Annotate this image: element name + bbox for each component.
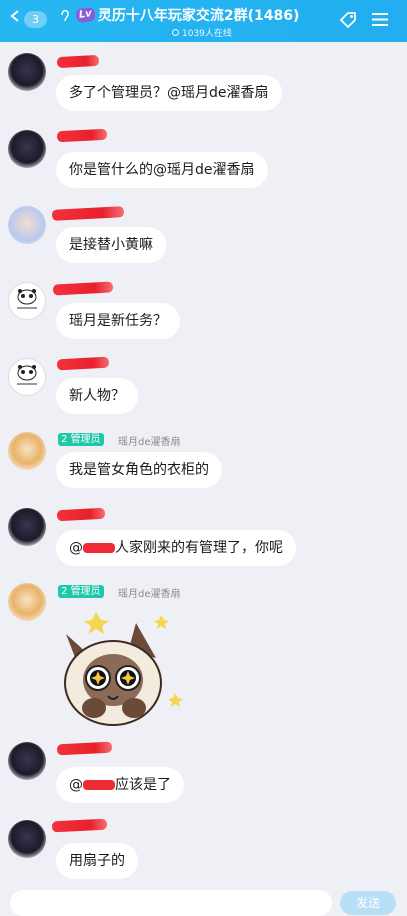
ear-icon [61, 9, 69, 22]
mention-prefix: @ [69, 540, 83, 556]
panda-icon [17, 289, 37, 309]
cat-sticker[interactable] [58, 608, 188, 733]
avatar[interactable] [8, 820, 46, 858]
message-text: 人家刚来的有管理了，你呢 [115, 540, 283, 556]
sender-name[interactable]: 瑶月de濯香扇 [118, 433, 181, 448]
avatar[interactable] [8, 508, 46, 546]
title-row: Lv 灵历十八年玩家交流2群(1486) [60, 6, 360, 24]
redacted-name [56, 128, 108, 143]
message-bubble[interactable]: @ 应该是了 [56, 767, 184, 803]
message-bubble[interactable]: 是接替小黄嘛 [56, 227, 166, 263]
message-text: 应该是了 [115, 777, 171, 793]
group-level-badge: Lv [75, 6, 96, 24]
online-icon [172, 29, 179, 36]
online-status: 1039人在线 [172, 26, 232, 39]
message-bubble[interactable]: 瑶月是新任务？ [56, 303, 180, 339]
online-count: 1039人在线 [182, 29, 232, 39]
redacted-name [56, 54, 100, 69]
avatar[interactable] [8, 742, 46, 780]
redacted-mention [83, 543, 115, 553]
menu-icon[interactable] [372, 12, 388, 27]
redacted-name [56, 741, 113, 756]
unread-count-badge[interactable]: 3 [24, 11, 47, 28]
redacted-name [51, 818, 108, 833]
send-button[interactable]: 发送 [340, 891, 396, 915]
avatar[interactable] [8, 358, 46, 396]
redacted-name [56, 507, 106, 522]
redacted-mention [83, 780, 115, 790]
redacted-name [52, 281, 114, 296]
admin-level: 2 [61, 586, 68, 597]
tag-icon[interactable] [338, 10, 358, 30]
redacted-name [56, 356, 110, 371]
avatar[interactable] [8, 432, 46, 470]
admin-label: 管理员 [70, 586, 101, 597]
sender-name[interactable]: 瑶月de濯香扇 [118, 585, 181, 600]
admin-level: 2 [61, 434, 68, 445]
avatar[interactable] [8, 282, 46, 320]
admin-label: 管理员 [70, 434, 101, 445]
message-input[interactable] [10, 890, 332, 916]
message-bubble[interactable]: 用扇子的 [56, 843, 138, 879]
avatar[interactable] [8, 206, 46, 244]
message-bubble[interactable]: 我是管女角色的衣柜的 [56, 452, 222, 488]
avatar[interactable] [8, 53, 46, 91]
message-bubble[interactable]: @ 人家刚来的有管理了，你呢 [56, 530, 296, 566]
avatar[interactable] [8, 583, 46, 621]
message-bubble[interactable]: 你是管什么的@瑶月de濯香扇 [56, 152, 268, 188]
avatar[interactable] [8, 130, 46, 168]
input-bar: 发送 [0, 885, 407, 916]
panda-icon [17, 365, 37, 385]
chat-header: 3 Lv 灵历十八年玩家交流2群(1486) 1039人在线 [0, 0, 407, 42]
back-arrow-icon[interactable] [9, 10, 21, 22]
admin-tag: 2 管理员 [58, 585, 104, 598]
message-bubble[interactable]: 多了个管理员？@瑶月de濯香扇 [56, 75, 282, 111]
message-bubble[interactable]: 新人物？ [56, 378, 138, 414]
group-title[interactable]: 灵历十八年玩家交流2群(1486) [98, 5, 300, 25]
admin-tag: 2 管理员 [58, 433, 104, 446]
redacted-name [51, 206, 125, 221]
mention-prefix: @ [69, 777, 83, 793]
